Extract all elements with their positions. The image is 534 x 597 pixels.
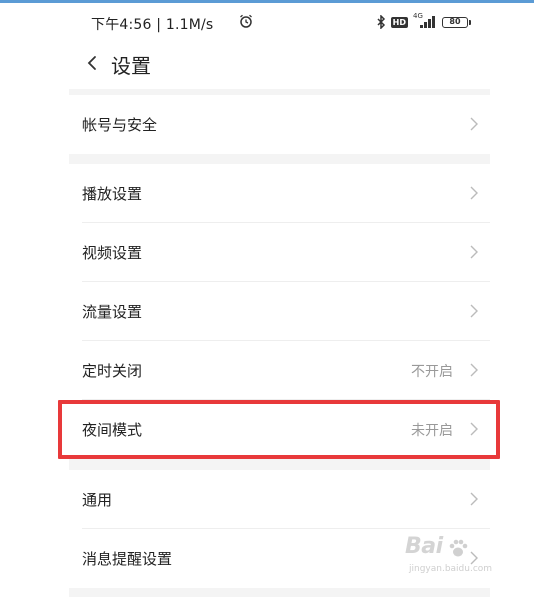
item-label: 帐号与安全 — [82, 116, 158, 134]
highlight-box — [58, 400, 500, 459]
settings-item-general[interactable]: 通用 — [69, 470, 490, 529]
settings-item-video[interactable]: 视频设置 — [69, 223, 490, 282]
chevron-right-icon — [470, 245, 478, 259]
bluetooth-icon — [377, 15, 385, 29]
status-time: 下午4:56 | 1.1M/s — [91, 17, 214, 33]
chevron-right-icon — [470, 363, 478, 377]
item-label: 流量设置 — [82, 303, 143, 321]
back-arrow-icon[interactable] — [85, 53, 99, 73]
paw-icon — [449, 539, 468, 557]
chevron-right-icon — [470, 117, 478, 131]
settings-group-account: 帐号与安全 — [69, 95, 490, 154]
watermark-url: jingyan.baidu.com — [409, 564, 493, 574]
page-title: 设置 — [111, 54, 151, 78]
settings-item-data-usage[interactable]: 流量设置 — [69, 282, 490, 341]
settings-item-account-security[interactable]: 帐号与安全 — [69, 95, 490, 154]
item-label: 定时关闭 — [82, 362, 143, 380]
item-value: 不开启 — [411, 364, 453, 380]
settings-item-sleep-timer[interactable]: 定时关闭 不开启 — [69, 341, 490, 400]
watermark-brand: Bai — [405, 534, 443, 559]
hd-icon: HD — [390, 16, 408, 28]
item-label: 播放设置 — [82, 185, 143, 203]
battery-icon: 80 — [442, 16, 471, 28]
chevron-right-icon — [470, 304, 478, 318]
item-label: 通用 — [82, 491, 113, 509]
page-header: 设置 — [69, 39, 490, 89]
phone-screen: 下午4:56 | 1.1M/s HD 4G 80 设置 帐号与安全 播放设置 视… — [69, 3, 490, 597]
item-label: 视频设置 — [82, 244, 143, 262]
baidu-watermark: Bai jingyan.baidu.com — [405, 534, 515, 584]
alarm-icon — [240, 14, 252, 28]
status-bar: 下午4:56 | 1.1M/s HD 4G 80 — [69, 3, 490, 39]
network-type: 4G — [413, 12, 423, 20]
battery-level: 80 — [449, 16, 461, 26]
signal-icon: 4G — [413, 12, 437, 29]
settings-item-playback[interactable]: 播放设置 — [69, 164, 490, 223]
status-icons: HD 4G 80 — [377, 12, 471, 29]
chevron-right-icon — [470, 186, 478, 200]
item-label: 消息提醒设置 — [82, 550, 173, 568]
chevron-right-icon — [470, 492, 478, 506]
